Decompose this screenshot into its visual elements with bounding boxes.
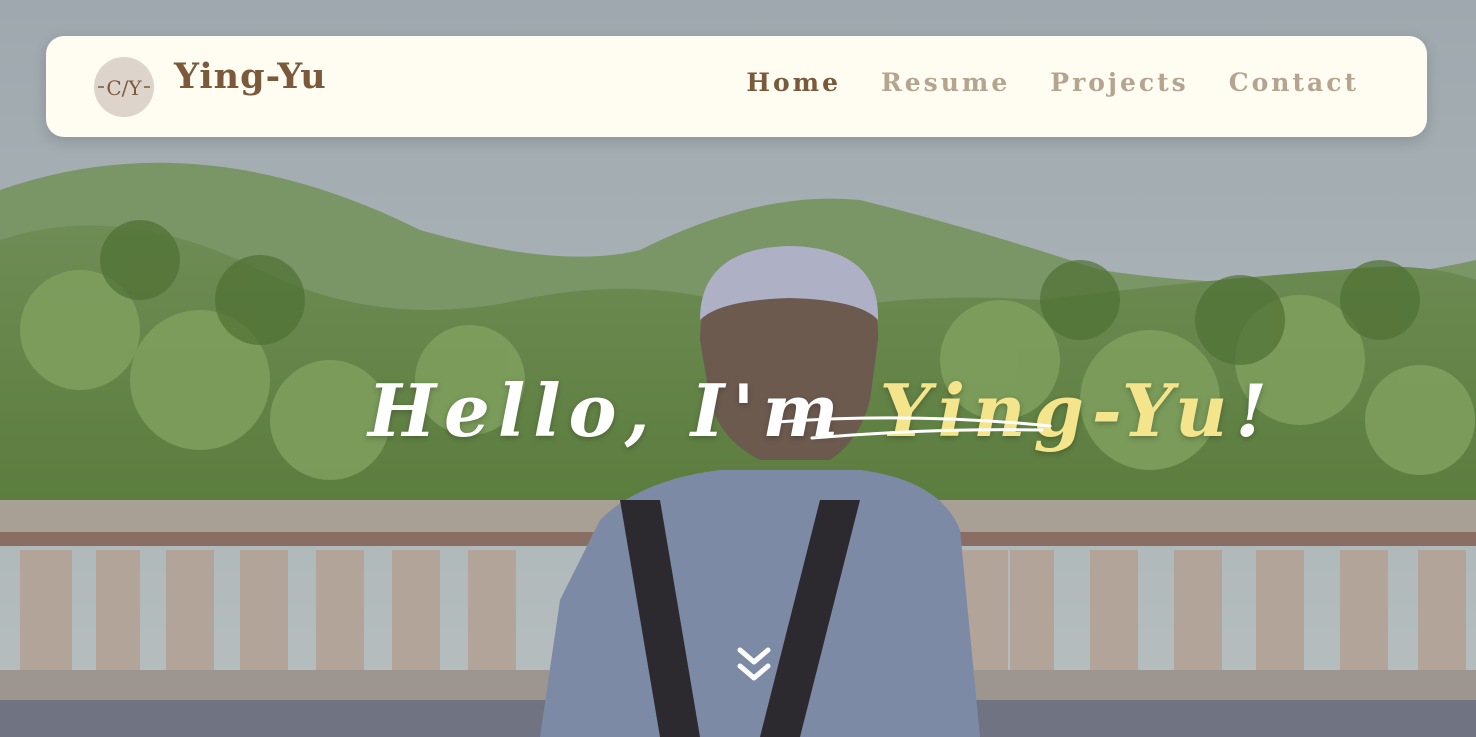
nav-item-projects[interactable]: Projects (1050, 68, 1188, 97)
brand-name[interactable]: Ying-Yu (174, 56, 327, 97)
top-navbar: C/Y Ying-Yu Home Resume Projects Contact (46, 36, 1427, 137)
nav-item-home[interactable]: Home (746, 68, 841, 97)
logo-icon[interactable]: C/Y (94, 57, 154, 117)
main-nav: Home Resume Projects Contact (746, 68, 1359, 97)
name-underline-stroke (774, 416, 1052, 440)
hero-section: C/Y Ying-Yu Home Resume Projects Contact… (0, 0, 1476, 737)
greeting-suffix: ! (1235, 368, 1275, 454)
nav-item-resume[interactable]: Resume (881, 68, 1010, 97)
svg-text:C/Y: C/Y (106, 76, 142, 100)
nav-item-contact[interactable]: Contact (1229, 68, 1359, 97)
double-chevron-down-icon[interactable] (736, 644, 772, 684)
